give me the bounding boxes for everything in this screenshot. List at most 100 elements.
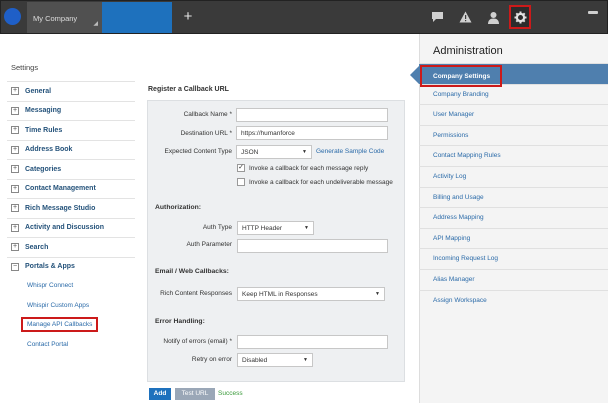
chevron-down-icon: ▼ <box>302 149 307 155</box>
sidebar-subitem-whispr-connect[interactable]: Whispr Connect <box>7 276 135 296</box>
sidebar-item-messaging[interactable]: + Messaging <box>7 100 135 121</box>
destination-url-label: Destination URL * <box>180 130 232 137</box>
expand-icon[interactable]: + <box>11 106 19 115</box>
admin-item-activity-log[interactable]: Activity Log <box>419 165 608 187</box>
retry-on-error-label: Retry on error <box>191 356 232 363</box>
admin-item-incoming-request-log[interactable]: Incoming Request Log <box>419 248 608 269</box>
sidebar-item-search[interactable]: + Search <box>7 237 135 257</box>
expand-icon[interactable]: + <box>11 223 19 232</box>
callback-reply-label: Invoke a callback for each message reply <box>249 164 369 172</box>
sidebar-subitem-contact-portal[interactable]: Contact Portal <box>7 335 135 355</box>
callback-undeliverable-option[interactable]: Invoke a callback for each undeliverable… <box>237 178 393 186</box>
sidebar-item-address-book[interactable]: + Address Book <box>7 139 135 160</box>
sidebar-subitem-custom-apps[interactable]: Whispir Custom Apps <box>7 296 135 316</box>
chat-icon[interactable] <box>426 5 448 29</box>
content-type-select[interactable]: JSON ▼ <box>236 145 312 159</box>
expand-icon[interactable]: + <box>11 204 19 213</box>
sidebar-subitem-label: Manage API Callbacks <box>21 317 99 333</box>
retry-on-error-select[interactable]: Disabled ▼ <box>237 353 313 367</box>
sidebar-item-portals-apps[interactable]: − Portals & Apps <box>7 256 135 277</box>
admin-item-address-mapping[interactable]: Address Mapping <box>419 207 608 228</box>
collapse-icon[interactable]: − <box>11 262 19 271</box>
admin-item-contact-mapping-rules[interactable]: Contact Mapping Rules <box>419 145 608 166</box>
sidebar-item-time-rules[interactable]: + Time Rules <box>7 120 135 140</box>
retry-on-error-value: Disabled <box>242 357 268 364</box>
chevron-down-icon: ◢ <box>93 21 98 27</box>
checkbox-checked[interactable]: ✓ <box>237 164 245 172</box>
admin-item-billing-usage[interactable]: Billing and Usage <box>419 186 608 208</box>
warning-icon[interactable] <box>454 5 476 29</box>
sidebar-item-categories[interactable]: + Categories <box>7 159 135 179</box>
authorization-section-title: Authorization: <box>155 204 202 211</box>
administration-title: Administration <box>433 45 503 57</box>
sidebar-item-rich-message-studio[interactable]: + Rich Message Studio <box>7 198 135 218</box>
admin-item-api-mapping[interactable]: API Mapping <box>419 227 608 249</box>
admin-item-alias-manager[interactable]: Alias Manager <box>419 268 608 290</box>
active-workspace-band <box>102 2 172 33</box>
minimize-button[interactable] <box>588 11 598 14</box>
callback-reply-option[interactable]: ✓ Invoke a callback for each message repl… <box>237 164 368 172</box>
rich-content-select[interactable]: Keep HTML in Responses ▼ <box>237 287 385 301</box>
destination-url-input[interactable]: https://humanforce <box>236 126 388 140</box>
content-type-label: Expected Content Type <box>164 148 232 155</box>
error-handling-section-title: Error Handling: <box>155 318 205 325</box>
expand-icon[interactable]: + <box>11 126 19 135</box>
sidebar-item-label: Address Book <box>25 146 73 154</box>
expand-icon[interactable]: + <box>11 145 19 154</box>
content-type-value: JSON <box>241 149 259 156</box>
company-switcher[interactable]: My Company ◢ <box>27 2 102 33</box>
company-name: My Company <box>33 14 78 23</box>
sidebar-item-label: General <box>25 87 52 95</box>
sidebar-item-label: Time Rules <box>25 126 63 134</box>
callback-name-input[interactable] <box>236 108 388 122</box>
callback-undeliverable-label: Invoke a callback for each undeliverable… <box>249 178 393 186</box>
checkbox-unchecked[interactable] <box>237 178 245 186</box>
test-url-button[interactable]: Test URL <box>175 388 215 400</box>
sidebar-item-contact-management[interactable]: + Contact Management <box>7 178 135 199</box>
admin-item-user-manager[interactable]: User Manager <box>419 104 608 125</box>
generate-sample-code-link[interactable]: Generate Sample Code <box>316 148 384 155</box>
sidebar-item-general[interactable]: + General <box>7 81 135 101</box>
callback-name-label: Callback Name * <box>183 111 232 118</box>
sidebar-item-label: Portals & Apps <box>25 263 75 271</box>
settings-sidebar: + General + Messaging + Time Rules + Address… <box>7 81 135 354</box>
admin-item-company-settings[interactable]: Company Settings <box>410 63 608 87</box>
chevron-down-icon: ▼ <box>375 291 380 297</box>
administration-menu: Company Settings Company Branding User M… <box>410 63 608 311</box>
sidebar-item-activity-discussion[interactable]: + Activity and Discussion <box>7 217 135 238</box>
success-status-text: Success <box>218 390 243 397</box>
add-button[interactable]: + <box>177 5 199 29</box>
active-pointer-icon <box>410 66 419 84</box>
form-title: Register a Callback URL <box>148 86 229 93</box>
sidebar-item-label: Search <box>25 243 49 251</box>
sidebar-item-label: Messaging <box>25 107 62 115</box>
sidebar-subitem-manage-api-callbacks[interactable]: Manage API Callbacks <box>7 315 135 335</box>
expand-icon[interactable]: + <box>11 87 19 96</box>
auth-parameter-input[interactable] <box>237 239 388 253</box>
auth-type-label: Auth Type <box>202 224 232 231</box>
gear-icon[interactable] <box>509 5 531 29</box>
add-callback-button[interactable]: Add <box>149 388 171 400</box>
admin-item-label: Company Settings <box>420 65 502 87</box>
user-icon[interactable] <box>482 5 504 29</box>
admin-item-permissions[interactable]: Permissions <box>419 124 608 146</box>
auth-type-value: HTTP Header <box>242 225 282 232</box>
email-web-callbacks-section-title: Email / Web Callbacks: <box>155 268 229 275</box>
chevron-down-icon: ▼ <box>304 225 309 231</box>
auth-type-select[interactable]: HTTP Header ▼ <box>237 221 314 235</box>
notify-errors-input[interactable] <box>237 335 388 349</box>
sidebar-item-label: Categories <box>25 165 62 173</box>
expand-icon[interactable]: + <box>11 165 19 174</box>
admin-item-assign-workspace[interactable]: Assign Workspace <box>419 289 608 311</box>
settings-title: Settings <box>11 63 39 72</box>
notify-errors-label: Notify of errors (email) * <box>163 338 232 345</box>
chevron-down-icon: ▼ <box>303 357 308 363</box>
expand-icon[interactable]: + <box>11 184 19 193</box>
auth-parameter-label: Auth Parameter <box>186 241 232 248</box>
rich-content-label: Rich Content Responses <box>160 290 232 297</box>
rich-content-value: Keep HTML in Responses <box>242 291 318 298</box>
expand-icon[interactable]: + <box>11 243 19 252</box>
sidebar-item-label: Contact Management <box>25 185 96 193</box>
top-bar: My Company ◢ + <box>0 0 608 34</box>
app-logo[interactable] <box>4 8 21 25</box>
